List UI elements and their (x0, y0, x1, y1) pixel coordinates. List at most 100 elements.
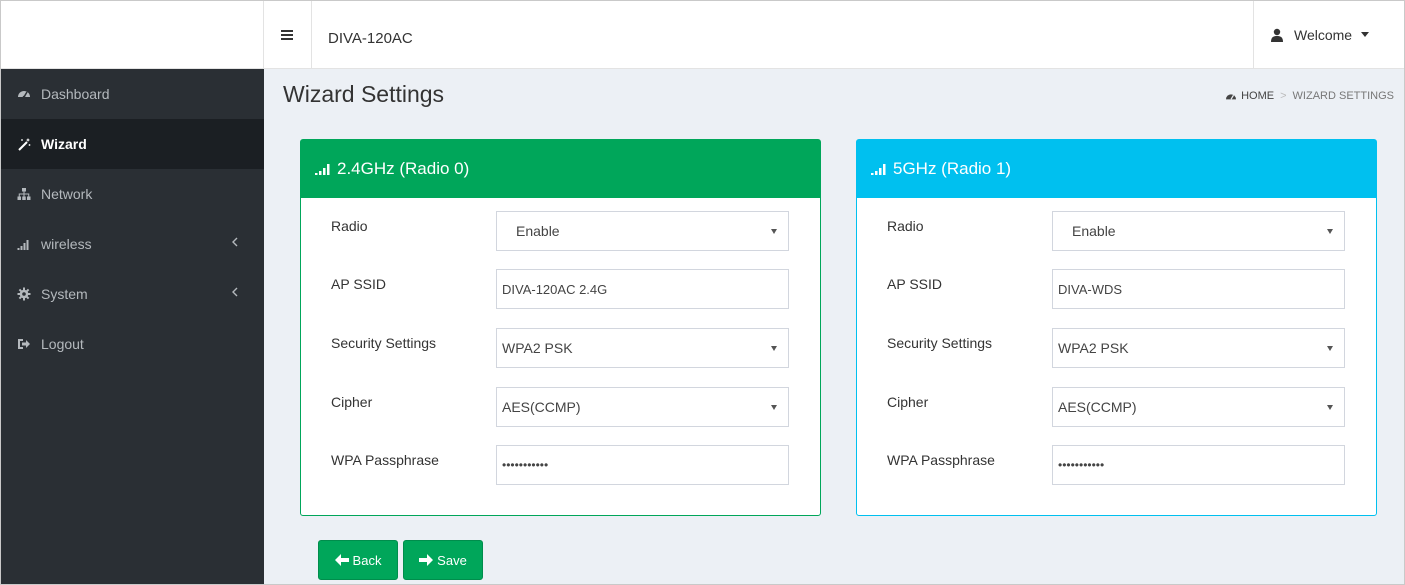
sidebar-item-label: Network (41, 186, 93, 202)
sidebar-item-label: Logout (41, 336, 84, 352)
form-row-passphrase: WPA Passphrase ••••••••••• (857, 445, 1376, 485)
radio-select-value: Enable (516, 223, 560, 239)
device-name: DIVA-120AC (328, 30, 413, 47)
hamburger-icon (281, 30, 293, 40)
sidebar: Dashboard Wizard Network wireless System… (1, 69, 264, 584)
sidebar-item-wizard[interactable]: Wizard (1, 119, 264, 169)
form-row-ssid: AP SSID DIVA-WDS (857, 269, 1376, 309)
sidebar-item-dashboard[interactable]: Dashboard (1, 69, 264, 119)
ssid-input-value: DIVA-WDS (1058, 281, 1123, 297)
form-row-cipher: Cipher AES(CCMP) (301, 387, 820, 427)
form-row-ssid: AP SSID DIVA-120AC 2.4G (301, 269, 820, 309)
panel-title: 2.4GHz (Radio 0) (337, 159, 470, 178)
dropdown-arrow-icon (771, 405, 777, 410)
panel-header: 5GHz (Radio 1) (857, 140, 1376, 198)
signal-icon (871, 164, 886, 175)
radio-select-value: Enable (1072, 223, 1116, 239)
dropdown-arrow-icon (771, 229, 777, 234)
chevron-left-icon (232, 287, 238, 297)
security-select-value: WPA2 PSK (502, 340, 573, 356)
ssid-input[interactable]: DIVA-120AC 2.4G (496, 269, 789, 309)
signal-icon (315, 164, 330, 175)
ssid-label: AP SSID (887, 276, 942, 292)
form-row-radio: Radio Enable (857, 211, 1376, 251)
breadcrumb: HOME > WIZARD SETTINGS (1225, 90, 1394, 102)
passphrase-input[interactable]: ••••••••••• (1052, 445, 1345, 485)
radio0-panel: 2.4GHz (Radio 0) Radio Enable AP SSID DI… (300, 139, 821, 516)
passphrase-label: WPA Passphrase (331, 452, 439, 468)
arrow-right-icon (419, 554, 434, 566)
ssid-label: AP SSID (331, 276, 386, 292)
cipher-select[interactable]: AES(CCMP) (1052, 387, 1345, 427)
save-button-label: Save (437, 552, 467, 568)
signal-icon (17, 240, 29, 250)
form-row-cipher: Cipher AES(CCMP) (857, 387, 1376, 427)
dropdown-arrow-icon (1327, 346, 1333, 351)
sidebar-item-label: wireless (41, 236, 92, 252)
chevron-left-icon (232, 237, 238, 247)
security-label: Security Settings (331, 335, 437, 351)
user-icon (1271, 28, 1283, 42)
arrow-left-icon (334, 554, 349, 566)
panel-title: 5GHz (Radio 1) (893, 159, 1012, 178)
dashboard-icon (18, 91, 30, 99)
cipher-label: Cipher (887, 394, 929, 410)
security-select[interactable]: WPA2 PSK (1052, 328, 1345, 368)
ssid-input[interactable]: DIVA-WDS (1052, 269, 1345, 309)
back-button-label: Back (352, 552, 382, 568)
back-button[interactable]: Back (318, 540, 398, 580)
sidebar-item-label: Dashboard (41, 86, 110, 102)
security-label: Security Settings (887, 335, 993, 351)
form-row-radio: Radio Enable (301, 211, 820, 251)
gear-icon (17, 287, 31, 301)
magic-wand-icon (18, 138, 31, 151)
cipher-select-value: AES(CCMP) (502, 399, 581, 415)
form-row-passphrase: WPA Passphrase ••••••••••• (301, 445, 820, 485)
brand-area (1, 1, 264, 68)
breadcrumb-separator: > (1280, 90, 1287, 102)
sitemap-icon (17, 188, 31, 200)
cipher-select-value: AES(CCMP) (1058, 399, 1137, 415)
panel-header: 2.4GHz (Radio 0) (301, 140, 820, 198)
dropdown-arrow-icon (1327, 229, 1333, 234)
security-select[interactable]: WPA2 PSK (496, 328, 789, 368)
radio-label: Radio (887, 218, 924, 234)
form-row-security: Security Settings WPA2 PSK (301, 328, 820, 368)
passphrase-input-value: ••••••••••• (1058, 458, 1105, 472)
sidebar-item-label: Wizard (41, 136, 87, 152)
app-frame: DIVA-120AC Welcome Dashboard Wizard Netw… (0, 0, 1405, 585)
page-title: Wizard Settings (283, 81, 445, 107)
main-content: Wizard Settings HOME > WIZARD SETTINGS 2… (264, 69, 1404, 584)
user-menu-dropdown[interactable]: Welcome (1253, 1, 1404, 68)
sidebar-item-network[interactable]: Network (1, 169, 264, 219)
breadcrumb-home-link[interactable]: HOME (1225, 90, 1274, 102)
passphrase-input[interactable]: ••••••••••• (496, 445, 789, 485)
sign-out-icon (18, 339, 30, 349)
dropdown-arrow-icon (1327, 405, 1333, 410)
radio-select[interactable]: Enable (1052, 211, 1345, 251)
divider (311, 1, 312, 68)
radio-label: Radio (331, 218, 368, 234)
sidebar-item-label: System (41, 286, 88, 302)
passphrase-label: WPA Passphrase (887, 452, 995, 468)
dropdown-arrow-icon (771, 346, 777, 351)
cipher-label: Cipher (331, 394, 373, 410)
breadcrumb-home-label: HOME (1241, 90, 1275, 102)
form-row-security: Security Settings WPA2 PSK (857, 328, 1376, 368)
passphrase-input-value: ••••••••••• (502, 458, 549, 472)
sidebar-toggle-button[interactable] (273, 23, 301, 47)
caret-down-icon (1361, 32, 1370, 37)
sidebar-item-wireless[interactable]: wireless (1, 219, 264, 269)
welcome-label: Welcome (1294, 26, 1353, 43)
radio1-panel: 5GHz (Radio 1) Radio Enable AP SSID DIVA… (856, 139, 1377, 516)
security-select-value: WPA2 PSK (1058, 340, 1129, 356)
radio-select[interactable]: Enable (496, 211, 789, 251)
save-button[interactable]: Save (403, 540, 483, 580)
dashboard-icon (1226, 94, 1237, 100)
top-navbar: DIVA-120AC Welcome (1, 1, 1404, 69)
sidebar-item-system[interactable]: System (1, 269, 264, 319)
cipher-select[interactable]: AES(CCMP) (496, 387, 789, 427)
ssid-input-value: DIVA-120AC 2.4G (502, 281, 608, 297)
sidebar-item-logout[interactable]: Logout (1, 319, 264, 369)
breadcrumb-current: WIZARD SETTINGS (1292, 90, 1394, 102)
